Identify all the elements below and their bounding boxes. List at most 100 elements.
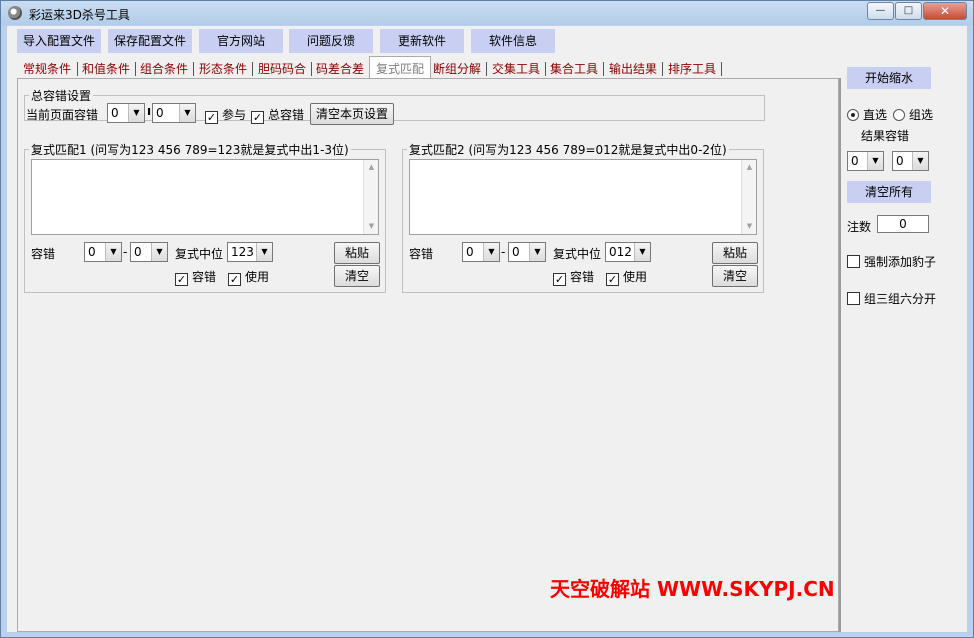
- scroll-up-icon[interactable]: ▲: [364, 160, 379, 175]
- compound-match-2-input[interactable]: ▲ ▼: [409, 159, 757, 235]
- tab-separator: [252, 62, 253, 76]
- match1-error-max-value: 0: [134, 245, 142, 259]
- total-error-chk-label: 总容错: [268, 108, 305, 122]
- participate-label: 参与: [222, 108, 247, 122]
- match2-paste-button[interactable]: 粘贴: [712, 242, 758, 264]
- force-leopard-checkbox[interactable]: 强制添加豹子: [847, 253, 937, 269]
- tab-sum[interactable]: 和值条件: [82, 58, 130, 80]
- tab-output[interactable]: 输出结果: [609, 58, 657, 80]
- match1-error-min-combo[interactable]: 0 ▼: [84, 242, 122, 262]
- close-button[interactable]: ✕: [923, 2, 967, 20]
- app-icon: [8, 6, 22, 20]
- match2-use-chk-label: 使用: [623, 270, 648, 284]
- split-group-checkbox[interactable]: 组三组六分开: [847, 290, 936, 306]
- result-min-value: 0: [851, 154, 859, 168]
- chevron-down-icon: ▼: [179, 104, 195, 122]
- total-error-min-combo[interactable]: 0 ▼: [107, 103, 145, 123]
- range-separator: ı: [147, 104, 152, 118]
- scroll-down-icon[interactable]: ▼: [364, 219, 379, 234]
- tab-combination[interactable]: 组合条件: [140, 58, 188, 80]
- tab-separator: [721, 62, 722, 76]
- chevron-down-icon: ▼: [256, 243, 272, 261]
- window-title: 彩运来3D杀号工具: [29, 8, 130, 22]
- tab-panel: 总容错设置 当前页面容错 0 ▼ ı 0 ▼ ✓ 参与 ✓ 总容错 清空本页设置 复…: [17, 78, 839, 632]
- minimize-button[interactable]: —: [867, 2, 894, 20]
- check-icon: ✓: [228, 273, 241, 286]
- check-icon: ✓: [251, 111, 264, 124]
- check-icon: ✓: [205, 111, 218, 124]
- match1-position-label: 复式中位: [175, 247, 224, 261]
- sidebar: 开始缩水 直选 组选 结果容错 0 ▼ 0 ▼ 清空所有 注数 0 强制添加豹子…: [841, 53, 967, 632]
- total-error-label: 当前页面容错: [26, 108, 99, 122]
- title-bar[interactable]: 彩运来3D杀号工具 — □ ✕: [1, 1, 973, 25]
- force-leopard-label: 强制添加豹子: [864, 255, 937, 269]
- chevron-down-icon: ▼: [128, 104, 144, 122]
- feedback-button[interactable]: 问题反馈: [289, 29, 373, 53]
- tab-intersection[interactable]: 交集工具: [492, 58, 540, 80]
- scroll-up-icon[interactable]: ▲: [742, 160, 757, 175]
- tab-set-tool[interactable]: 集合工具: [550, 58, 598, 80]
- tab-difference[interactable]: 码差合差: [316, 58, 364, 80]
- scrollbar[interactable]: ▲ ▼: [363, 160, 378, 234]
- match1-clear-button[interactable]: 清空: [334, 265, 380, 287]
- match2-error-chk-label: 容错: [570, 270, 595, 284]
- chevron-down-icon: ▼: [867, 152, 883, 170]
- scroll-down-icon[interactable]: ▼: [742, 219, 757, 234]
- match2-use-checkbox[interactable]: ✓ 使用: [606, 268, 648, 286]
- count-label: 注数: [847, 220, 872, 234]
- match1-paste-button[interactable]: 粘贴: [334, 242, 380, 264]
- tab-sort[interactable]: 排序工具: [668, 58, 716, 80]
- update-button[interactable]: 更新软件: [380, 29, 464, 53]
- tab-separator: [311, 62, 312, 76]
- start-filter-button[interactable]: 开始缩水: [847, 67, 931, 89]
- sidebar-divider: [839, 78, 841, 632]
- match2-error-checkbox[interactable]: ✓ 容错: [553, 268, 595, 286]
- match1-error-max-combo[interactable]: 0 ▼: [130, 242, 168, 262]
- import-config-button[interactable]: 导入配置文件: [17, 29, 101, 53]
- match2-error-max-combo[interactable]: 0 ▼: [508, 242, 546, 262]
- official-site-button[interactable]: 官方网站: [199, 29, 283, 53]
- tab-regular[interactable]: 常规条件: [23, 58, 71, 80]
- scrollbar[interactable]: ▲ ▼: [741, 160, 756, 234]
- radio-group[interactable]: 组选: [893, 106, 933, 123]
- match2-clear-button[interactable]: 清空: [712, 265, 758, 287]
- match1-use-checkbox[interactable]: ✓ 使用: [228, 268, 269, 286]
- chevron-down-icon: ▼: [105, 243, 121, 261]
- client-area: 导入配置文件 保存配置文件 官方网站 问题反馈 更新软件 软件信息 常规条件 和…: [7, 26, 967, 632]
- result-max-value: 0: [896, 154, 904, 168]
- participate-checkbox[interactable]: ✓ 参与: [205, 106, 247, 124]
- watermark: 天空破解站 WWW.SKYPJ.CN: [550, 577, 835, 601]
- match2-error-min-combo[interactable]: 0 ▼: [462, 242, 500, 262]
- checkbox-empty-icon: [847, 255, 860, 268]
- match1-error-checkbox[interactable]: ✓ 容错: [175, 268, 216, 286]
- match2-error-label: 容错: [409, 247, 434, 261]
- match2-position-label: 复式中位: [553, 247, 602, 261]
- compound-match-1-input[interactable]: ▲ ▼: [31, 159, 379, 235]
- save-config-button[interactable]: 保存配置文件: [108, 29, 192, 53]
- tab-separator: [135, 62, 136, 76]
- compound-match-2-legend: 复式匹配2 (问写为123 456 789=012就是复式中出0-2位): [409, 143, 727, 157]
- radio-direct-label: 直选: [863, 108, 888, 122]
- tab-courage[interactable]: 胆码码合: [258, 58, 306, 80]
- chevron-down-icon: ▼: [634, 243, 650, 261]
- chevron-down-icon: ▼: [529, 243, 545, 261]
- total-error-legend: 总容错设置: [31, 89, 92, 103]
- tab-form[interactable]: 形态条件: [199, 58, 247, 80]
- clear-page-settings-button[interactable]: 清空本页设置: [310, 103, 394, 125]
- clear-all-button[interactable]: 清空所有: [847, 181, 931, 203]
- check-icon: ✓: [175, 273, 188, 286]
- tab-split[interactable]: 断组分解: [433, 58, 481, 80]
- result-error-max-combo[interactable]: 0 ▼: [892, 151, 929, 171]
- maximize-button[interactable]: □: [895, 2, 922, 20]
- chevron-down-icon: ▼: [483, 243, 499, 261]
- result-error-min-combo[interactable]: 0 ▼: [847, 151, 884, 171]
- tab-separator: [77, 62, 78, 76]
- radio-direct[interactable]: 直选: [847, 106, 887, 123]
- match1-position-combo[interactable]: 123 ▼: [227, 242, 273, 262]
- match2-position-combo[interactable]: 012 ▼: [605, 242, 651, 262]
- tab-separator: [193, 62, 194, 76]
- total-error-checkbox[interactable]: ✓ 总容错: [251, 106, 305, 124]
- total-error-max-combo[interactable]: 0 ▼: [152, 103, 196, 123]
- about-button[interactable]: 软件信息: [471, 29, 555, 53]
- tab-compound-match[interactable]: 复式匹配: [369, 56, 432, 80]
